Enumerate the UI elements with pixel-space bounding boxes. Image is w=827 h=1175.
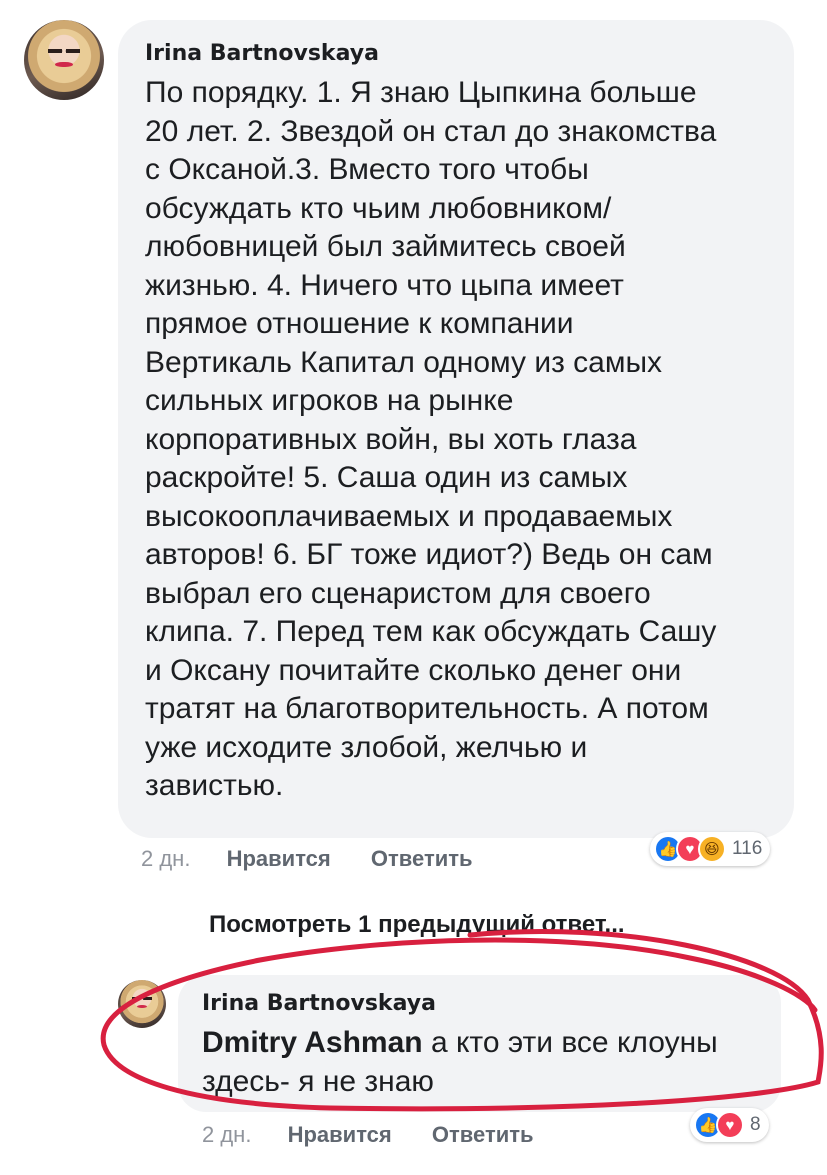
like-button[interactable]: Нравится xyxy=(227,846,331,872)
reaction-count: 116 xyxy=(732,838,763,859)
reply-button[interactable]: Ответить xyxy=(371,846,473,872)
comment-line: завистью. xyxy=(145,769,284,802)
comment-line: Вертикаль Капитал одному из самых xyxy=(145,345,663,379)
comment-line: корпоративных войн, вы хоть глаза xyxy=(145,422,637,456)
love-icon: ♥ xyxy=(716,1111,744,1139)
comment-timestamp[interactable]: 2 дн. xyxy=(141,846,190,872)
comment-line: авторов! 6. БГ тоже идиот?) Ведь он сам xyxy=(145,538,713,571)
comment-line: раскройте! 5. Саша один из самых xyxy=(145,461,628,494)
comment-line: жизнью. 4. Ничего что цыпа имеет xyxy=(145,268,624,302)
comment-line: тратят на благотворительность. А потом xyxy=(145,692,709,725)
reply-like-button[interactable]: Нравится xyxy=(288,1122,392,1148)
view-previous-replies-link[interactable]: Посмотреть 1 предыдущий ответ... xyxy=(209,911,625,939)
comment-line: клипа. 7. Перед тем как обсуждать Сашу xyxy=(145,615,717,648)
commenter-avatar[interactable] xyxy=(24,20,104,100)
reaction-count: 8 xyxy=(750,1114,761,1135)
avatar-face xyxy=(48,48,80,53)
haha-icon: 😆 xyxy=(698,835,726,863)
comment-line: и Оксану почитайте сколько денег они xyxy=(145,653,682,687)
mention-link[interactable]: Dmitry Ashman xyxy=(202,1026,423,1059)
comment-actions: 2 дн. Нравится Ответить xyxy=(141,846,473,872)
comment-line: уже исходите злобой, желчью и xyxy=(145,730,588,764)
comment-line: прямое отношение к компании xyxy=(145,307,574,340)
comment-text: По порядку. 1. Я знаю Цыпкина больше 20 л… xyxy=(145,74,785,806)
comment-line: сильных игроков на рынке xyxy=(145,384,514,417)
comment-author[interactable]: Irina Bartnovskaya xyxy=(145,41,379,67)
comment-line: высокооплачиваемых и продаваемых xyxy=(145,499,673,533)
reply-reactions[interactable]: 👍 ♥ 8 xyxy=(690,1108,769,1142)
comment-bubble: Irina Bartnovskaya По порядку. 1. Я знаю… xyxy=(118,20,794,838)
reply-actions: 2 дн. Нравится Ответить xyxy=(202,1122,534,1148)
comment-line: любовницей был займитесь своей xyxy=(145,230,626,263)
reply-avatar[interactable] xyxy=(118,980,166,1028)
reply-reply-button[interactable]: Ответить xyxy=(432,1122,534,1148)
comment-line: По порядку. 1. Я знаю Цыпкина больше xyxy=(145,76,697,109)
reply-bubble: Irina Bartnovskaya Dmitry Ashman а кто э… xyxy=(178,975,781,1112)
comment-line: с Оксаной.3. Вместо того чтобы xyxy=(145,153,589,186)
reply-timestamp[interactable]: 2 дн. xyxy=(202,1122,251,1148)
comment-line: обсуждать кто чьим любовником/ xyxy=(145,191,612,225)
reply-author[interactable]: Irina Bartnovskaya xyxy=(202,991,436,1017)
reply-text: Dmitry Ashman а кто эти все клоуны здесь… xyxy=(202,1026,718,1098)
comment-line: 20 лет. 2. Звездой он стал до знакомства xyxy=(145,114,717,148)
comment-reactions[interactable]: 👍 ♥ 😆 116 xyxy=(650,832,771,866)
comment-line: выбрал его сценаристом для своего xyxy=(145,576,651,610)
